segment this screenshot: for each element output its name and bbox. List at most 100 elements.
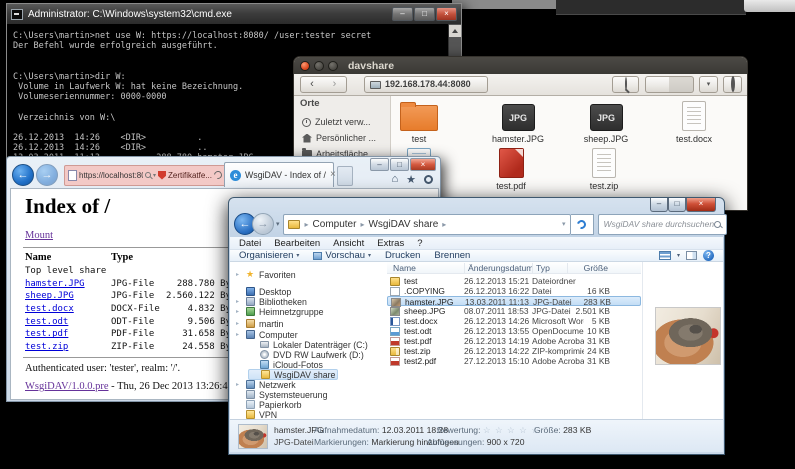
breadcrumb[interactable]: Computer WsgiDAV share bbox=[283, 214, 571, 235]
search-button[interactable] bbox=[612, 76, 639, 93]
search-icon[interactable] bbox=[145, 172, 151, 178]
home-icon[interactable] bbox=[391, 173, 398, 186]
file-item-sheep.JPG[interactable]: JPGsheep.JPG bbox=[566, 101, 646, 144]
recent-pages-icon[interactable] bbox=[276, 220, 280, 228]
file-row-test2.pdf[interactable]: test2.pdf27.12.2013 15:10Adobe Acrobat D… bbox=[387, 356, 641, 366]
settings-button[interactable] bbox=[723, 76, 742, 93]
maximize-button[interactable] bbox=[668, 198, 686, 212]
tools-gear-icon[interactable] bbox=[424, 175, 433, 184]
file-row-test.pdf[interactable]: test.pdf26.12.2013 14:19Adobe Acrobat D.… bbox=[387, 336, 641, 346]
file-link[interactable]: sheep.JPG bbox=[25, 291, 74, 301]
cmd-titlebar[interactable]: Administrator: C:\Windows\system32\cmd.e… bbox=[7, 4, 461, 24]
sidebar-item-martin[interactable]: martin bbox=[234, 318, 285, 329]
net-icon bbox=[246, 380, 255, 389]
chevron-down-icon[interactable] bbox=[677, 252, 680, 259]
file-row-test.zip[interactable]: test.zip26.12.2013 14:22ZIP-komprimierte… bbox=[387, 346, 641, 356]
close-button[interactable] bbox=[686, 198, 716, 212]
pdf-icon bbox=[390, 337, 400, 346]
toolbar-drucken-button[interactable]: Drucken bbox=[385, 250, 420, 261]
address-button[interactable]: 192.168.178.44:8080 bbox=[364, 76, 488, 93]
back-button[interactable] bbox=[12, 164, 34, 186]
file-row-test[interactable]: test26.12.2013 15:21Dateiordner bbox=[387, 276, 641, 286]
certificate-error-icon[interactable] bbox=[158, 171, 166, 180]
file-item-test.docx[interactable]: test.docx bbox=[654, 101, 734, 144]
minimize-button[interactable] bbox=[314, 61, 324, 71]
toolbar-vorschau-button[interactable]: Vorschau bbox=[313, 250, 371, 261]
maximize-button[interactable] bbox=[390, 158, 409, 171]
search-icon bbox=[625, 77, 627, 91]
file-row-sheep.JPG[interactable]: sheep.JPG08.07.2011 18:53JPG-Datei2.501 … bbox=[387, 306, 641, 316]
file-link[interactable]: test.zip bbox=[25, 342, 68, 352]
back-button[interactable] bbox=[300, 76, 324, 93]
menu-item-?[interactable]: ? bbox=[417, 238, 422, 249]
expander-icon[interactable] bbox=[236, 381, 242, 388]
wsgidav-version-link[interactable]: WsgiDAV/1.0.0.pre bbox=[25, 381, 109, 392]
toolbar-organisieren-button[interactable]: Organisieren bbox=[239, 250, 299, 261]
expander-icon[interactable] bbox=[236, 298, 242, 305]
new-tab-button[interactable] bbox=[337, 166, 353, 186]
nautilus-toolbar: 192.168.178.44:8080 bbox=[294, 74, 747, 96]
close-button[interactable] bbox=[300, 61, 310, 71]
file-item-hamster.JPG[interactable]: JPGhamster.JPG bbox=[478, 101, 558, 144]
favorites-icon[interactable] bbox=[406, 173, 416, 186]
file-item-test.pdf[interactable]: test.pdf bbox=[471, 148, 551, 191]
expander-icon[interactable] bbox=[236, 331, 242, 338]
sidebar-item-VPN[interactable]: VPN bbox=[234, 409, 279, 419]
minimize-button[interactable] bbox=[392, 7, 413, 21]
minimize-button[interactable] bbox=[370, 158, 389, 171]
address-dropdown-icon[interactable] bbox=[562, 220, 566, 228]
file-row-test.odt[interactable]: test.odt26.12.2013 13:55OpenDocument T..… bbox=[387, 326, 641, 336]
help-icon[interactable] bbox=[703, 250, 714, 261]
file-item-test.zip[interactable]: test.zip bbox=[564, 148, 644, 191]
tab-close-icon[interactable] bbox=[330, 170, 336, 180]
menu-item-Datei[interactable]: Datei bbox=[239, 238, 261, 249]
forward-button[interactable] bbox=[323, 76, 347, 93]
maximize-button[interactable] bbox=[328, 61, 338, 71]
file-item-test[interactable]: test bbox=[379, 101, 459, 144]
url-text[interactable]: https://localhost:8080/ bbox=[79, 171, 143, 180]
maximize-button[interactable] bbox=[414, 7, 435, 21]
sidebar-item-Heimnetzgruppe[interactable]: Heimnetzgruppe bbox=[234, 306, 326, 317]
browser-tab[interactable]: WsgiDAV - Index of / bbox=[224, 162, 334, 187]
menu-item-Bearbeiten[interactable]: Bearbeiten bbox=[274, 238, 320, 249]
grid-view-button[interactable] bbox=[669, 76, 694, 93]
search-box[interactable]: WsgiDAV share durchsuchen bbox=[598, 214, 728, 235]
forward-button[interactable] bbox=[252, 213, 274, 235]
breadcrumb-item-WsgiDAV share[interactable]: WsgiDAV share bbox=[367, 219, 439, 230]
refresh-icon[interactable] bbox=[212, 169, 223, 180]
chevron-down-icon[interactable] bbox=[153, 172, 156, 179]
close-button[interactable] bbox=[410, 158, 436, 171]
file-row-test.docx[interactable]: test.docx26.12.2013 14:26Microsoft Word … bbox=[387, 316, 641, 326]
file-link[interactable]: test.pdf bbox=[25, 329, 68, 339]
forward-button[interactable] bbox=[36, 164, 58, 186]
nautilus-titlebar[interactable]: davshare bbox=[294, 57, 747, 74]
toolbar-label: Brennen bbox=[434, 250, 470, 261]
file-row-.COPYING[interactable]: .COPYING26.12.2013 16:22Datei16 KB bbox=[387, 286, 641, 296]
certificate-error-text[interactable]: Zertifikatfe... bbox=[168, 171, 212, 180]
mount-link[interactable]: Mount bbox=[25, 230, 53, 241]
address-bar[interactable]: https://localhost:8080/ Zertifikatfe... bbox=[64, 165, 226, 186]
close-button[interactable] bbox=[436, 7, 457, 21]
rating-stars[interactable]: ☆ ☆ ☆ ☆ ☆ bbox=[483, 425, 540, 435]
file-link[interactable]: test.docx bbox=[25, 304, 74, 314]
breadcrumb-item-Computer[interactable]: Computer bbox=[312, 219, 358, 230]
hamster-photo-preview bbox=[655, 307, 721, 365]
preview-pane-toggle-icon[interactable] bbox=[686, 251, 697, 260]
toolbar-brennen-button[interactable]: Brennen bbox=[434, 250, 470, 261]
sidebar-item-Favoriten[interactable]: Favoriten bbox=[234, 269, 298, 280]
file-link[interactable]: test.odt bbox=[25, 317, 68, 327]
expander-icon[interactable] bbox=[236, 320, 242, 327]
change-view-icon[interactable] bbox=[659, 251, 671, 260]
file-size: 2.501 KB bbox=[567, 306, 610, 316]
minimize-button[interactable] bbox=[650, 198, 668, 212]
menu-item-Extras[interactable]: Extras bbox=[377, 238, 404, 249]
list-view-button[interactable] bbox=[645, 76, 670, 93]
view-options-button[interactable] bbox=[699, 76, 718, 93]
refresh-button[interactable] bbox=[571, 214, 594, 235]
expander-icon[interactable] bbox=[236, 308, 242, 315]
file-link[interactable]: hamster.JPG bbox=[25, 279, 85, 289]
expander-icon[interactable] bbox=[236, 271, 242, 278]
file-row-hamster.JPG[interactable]: hamster.JPG13.03.2011 11:13JPG-Datei283 … bbox=[387, 296, 641, 306]
scroll-up-icon[interactable] bbox=[449, 25, 461, 37]
menu-item-Ansicht[interactable]: Ansicht bbox=[333, 238, 364, 249]
